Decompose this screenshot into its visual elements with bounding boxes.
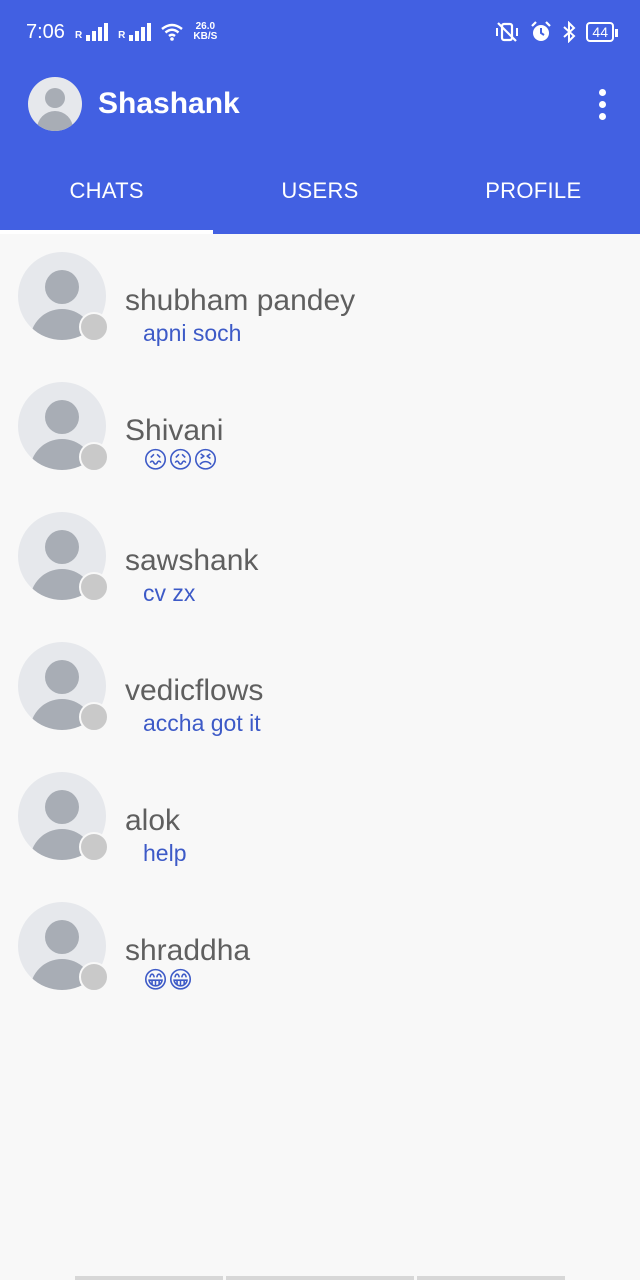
status-bar-left: 7:06 R R 26.0 KB/S [26,21,217,44]
nav-gesture-bar [226,1276,414,1280]
status-time: 7:06 [26,20,65,43]
nav-gesture-bar [75,1276,223,1280]
page-title: Shashank [98,87,240,120]
chat-name: Shivani [125,414,224,447]
toolbar: Shashank [0,64,640,144]
network-speed-unit: KB/S [193,31,218,42]
app-bar: 7:06 R R 26.0 KB/S 44 Shashank CHATS USE… [0,0,640,234]
wifi-icon [161,23,184,41]
battery-icon: 44 [586,22,618,42]
battery-level: 44 [592,24,608,40]
presence-indicator [79,962,109,992]
chat-last-message: help [143,840,187,866]
tab-chats[interactable]: CHATS [0,156,214,234]
chat-list-item[interactable]: vedicflows accha got it [0,624,640,754]
chat-last-message: 😁😁 [143,967,194,994]
signal-icon: R [118,23,152,41]
chat-name: vedicflows [125,674,264,707]
nav-gesture-bar [417,1276,565,1280]
chat-list-item[interactable]: shraddha 😁😁 [0,884,640,1014]
tab-bar: CHATS USERS PROFILE [0,156,640,234]
presence-indicator [79,572,109,602]
chat-name: sawshank [125,544,259,577]
chat-list-item[interactable]: shubham pandey apni soch [0,234,640,364]
vibrate-icon [496,22,519,42]
status-bar: 7:06 R R 26.0 KB/S 44 [0,0,640,64]
signal-icon: R [75,23,109,41]
chat-list-item[interactable]: sawshank cv zx [0,494,640,624]
tab-profile[interactable]: PROFILE [427,156,640,234]
network-speed: 26.0 KB/S [193,22,217,42]
chat-last-message: cv zx [143,580,196,606]
chat-last-message: accha got it [143,710,261,736]
presence-indicator [79,702,109,732]
chat-name: alok [125,804,181,837]
chat-list-item[interactable]: Shivani 😖😖😣 [0,364,640,494]
presence-indicator [79,442,109,472]
more-vert-icon[interactable] [593,83,612,126]
chat-list-item[interactable]: alok help [0,754,640,884]
alarm-icon [531,21,552,41]
presence-indicator [79,312,109,342]
status-bar-right: 44 [494,21,618,43]
profile-avatar[interactable] [28,77,82,131]
bluetooth-icon [563,21,576,43]
chat-list: shubham pandey apni soch Shivani 😖😖😣 saw… [0,234,640,1014]
chat-last-message: apni soch [143,320,242,346]
presence-indicator [79,832,109,862]
chat-last-message: 😖😖😣 [143,447,219,474]
chat-name: shraddha [125,934,251,967]
tab-users[interactable]: USERS [213,156,426,234]
chat-name: shubham pandey [125,284,356,317]
